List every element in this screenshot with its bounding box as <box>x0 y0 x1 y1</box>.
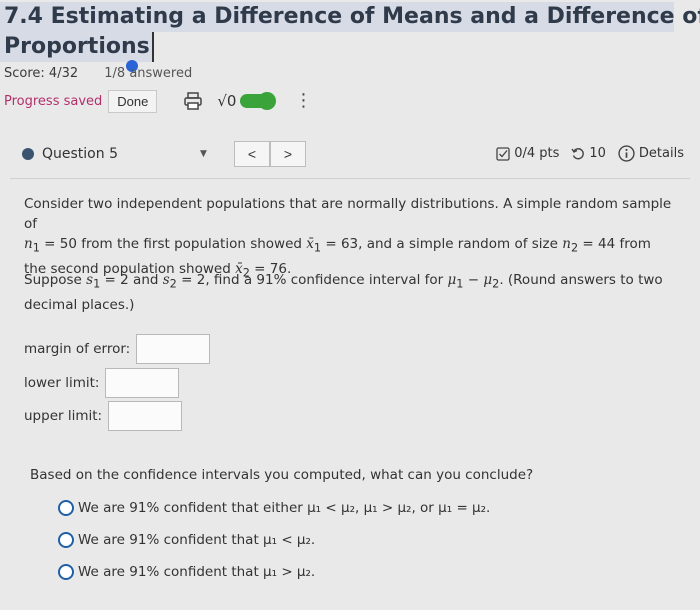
retry-icon <box>571 147 585 159</box>
option-label: We are 91% confident that either μ₁ < μ₂… <box>78 500 491 516</box>
question-line-5: decimal places.) <box>24 296 135 313</box>
upper-limit-input[interactable] <box>108 401 183 431</box>
checkbox-score-icon <box>496 146 510 161</box>
next-question-button[interactable]: > <box>270 141 306 167</box>
score-row: Score: 4/32 1/8 answered <box>4 66 192 81</box>
progress-row: Progress saved Done √0 ⋮ <box>4 88 313 114</box>
progress-saved-text: Progress saved <box>4 93 103 109</box>
conclusion-option-3[interactable]: We are 91% confident that μ₁ > μ₂. <box>58 564 315 580</box>
page: 7.4 Estimating a Difference of Means and… <box>0 0 700 610</box>
margin-of-error-input[interactable] <box>136 334 211 364</box>
question-selector[interactable]: Question 5 <box>42 146 118 162</box>
print-icon[interactable] <box>183 92 203 110</box>
upper-limit-label: upper limit: <box>24 408 103 424</box>
title-line-2: Proportions <box>0 32 154 62</box>
more-options-icon[interactable]: ⋮ <box>294 92 313 110</box>
title-line-1: 7.4 Estimating a Difference of Means and… <box>0 2 700 32</box>
question-paragraph-2: Suppose s1 = 2 and s2 = 2, find a 91% co… <box>24 270 676 315</box>
math-toggle[interactable]: √0 <box>217 92 277 110</box>
answered-count: 1/8 answered <box>104 66 193 81</box>
toggle-switch[interactable] <box>240 92 277 110</box>
info-icon[interactable] <box>618 145 635 162</box>
sqrt-icon: √0 <box>217 92 237 110</box>
question-meta: 0/4 pts 10 Details <box>496 145 684 162</box>
lower-limit-label: lower limit: <box>24 375 100 391</box>
margin-of-error-label: margin of error: <box>24 341 131 357</box>
upper-limit-row: upper limit: <box>24 401 183 431</box>
previous-question-button[interactable]: < <box>234 141 270 167</box>
conclusion-prompt: Based on the confidence intervals you co… <box>30 467 534 483</box>
option-label: We are 91% confident that μ₁ < μ₂. <box>78 532 316 548</box>
option-label: We are 91% confident that μ₁ > μ₂. <box>78 564 316 580</box>
divider <box>10 178 690 179</box>
radio-button[interactable] <box>58 500 74 516</box>
retries-count: 10 <box>589 146 606 161</box>
conclusion-option-1[interactable]: We are 91% confident that either μ₁ < μ₂… <box>58 500 490 516</box>
question-line-2: n1 = 50 from the first population showed… <box>24 236 651 255</box>
points-text: 0/4 pts <box>514 146 560 161</box>
assignment-title: 7.4 Estimating a Difference of Means and… <box>0 2 700 62</box>
done-button[interactable]: Done <box>108 89 158 113</box>
lower-limit-row: lower limit: <box>24 368 180 398</box>
toggle-knob <box>258 92 277 110</box>
details-link[interactable]: Details <box>639 146 684 161</box>
margin-of-error-row: margin of error: <box>24 334 211 364</box>
conclusion-option-2[interactable]: We are 91% confident that μ₁ < μ₂. <box>58 532 315 548</box>
question-status-dot <box>22 148 34 160</box>
radio-button[interactable] <box>58 564 74 580</box>
radio-button[interactable] <box>58 532 74 548</box>
question-line-4: Suppose s1 = 2 and s2 = 2, find a 91% co… <box>24 272 663 291</box>
score-text: Score: 4/32 <box>4 66 79 81</box>
chevron-down-icon[interactable]: ▼ <box>200 149 207 159</box>
question-bar: Question 5 ▼ < > 0/4 pts 10 Details <box>8 137 692 171</box>
lower-limit-input[interactable] <box>105 368 180 398</box>
question-line-1: Consider two independent populations tha… <box>24 196 672 232</box>
